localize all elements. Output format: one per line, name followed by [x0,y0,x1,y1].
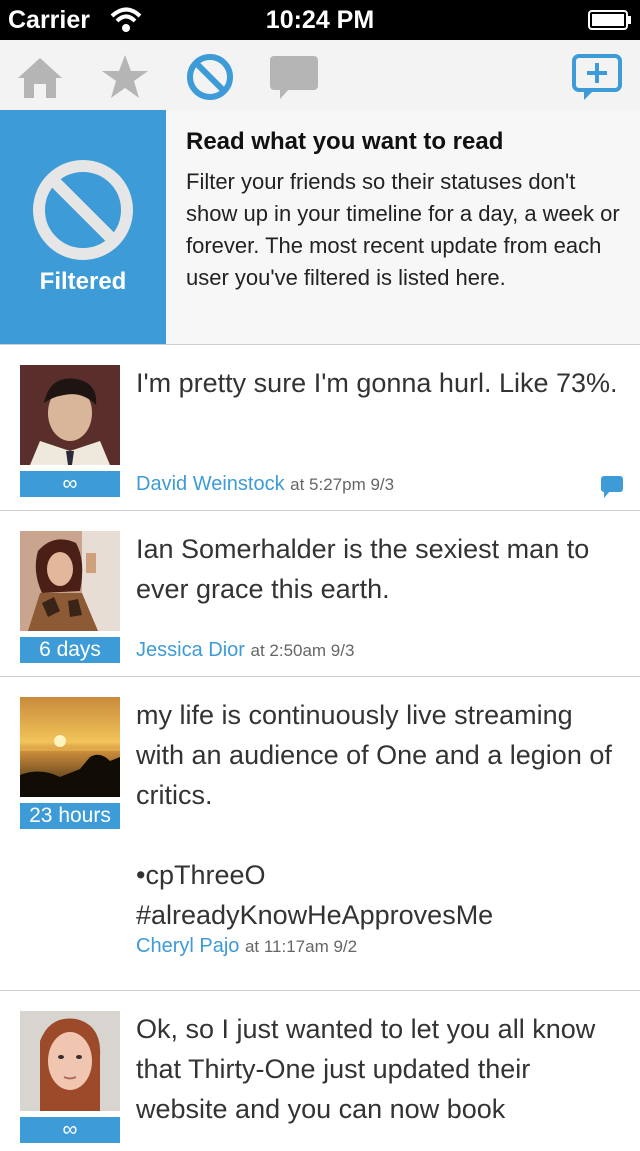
filter-icon [33,160,133,260]
filter-duration-badge: 23 hours [20,803,120,829]
messages-button[interactable] [266,52,322,102]
filtered-header: Filtered Read what you want to read Filt… [0,110,640,345]
home-button[interactable] [12,52,68,102]
status-text: my life is continuously live streaming w… [136,700,612,930]
status-meta: Jessica Dior at 2:50am 9/3 [136,639,354,662]
avatar[interactable] [20,365,120,465]
compose-button[interactable] [570,52,626,102]
avatar[interactable] [20,697,120,797]
status-text: I'm pretty sure I'm gonna hurl. Like 73%… [136,368,618,398]
avatar[interactable] [20,1011,120,1111]
status-meta: David Weinstock at 5:27pm 9/3 [136,473,394,496]
filter-button[interactable] [182,52,238,102]
header-title: Read what you want to read [186,128,504,155]
comment-icon[interactable] [600,475,624,499]
user-name[interactable]: Jessica Dior [136,639,245,661]
timestamp: at 2:50am 9/3 [250,641,355,660]
header-description: Filter your friends so their statuses do… [186,169,620,290]
filter-duration-badge: ∞ [20,471,120,497]
filtered-panel: Filtered [0,110,166,344]
filter-duration-badge: ∞ [20,1117,120,1143]
user-name[interactable]: Cheryl Pajo [136,935,239,957]
list-item[interactable]: 23 hours my life is continuously live st… [0,677,640,991]
status-text: Ok, so I just wanted to let you all know… [136,1014,596,1124]
filter-duration-badge: 6 days [20,637,120,663]
toolbar [0,40,640,111]
battery-icon [588,10,631,30]
filter-icon [187,54,233,100]
filtered-label: Filtered [39,268,127,295]
filtered-feed: ∞ I'm pretty sure I'm gonna hurl. Like 7… [0,345,640,1151]
timestamp: at 5:27pm 9/3 [290,475,395,494]
favorites-button[interactable] [97,52,153,102]
chat-icon [270,56,318,99]
status-bar: Carrier 10:24 PM [0,0,640,40]
home-icon [18,58,62,98]
status-text: Ian Somerhalder is the sexiest man to ev… [136,534,590,604]
clock: 10:24 PM [265,6,375,34]
star-icon [102,55,148,98]
status-meta: Cheryl Pajo at 11:17am 9/2 [136,935,357,958]
avatar[interactable] [20,531,120,631]
list-item[interactable]: 6 days Ian Somerhalder is the sexiest ma… [0,511,640,677]
user-name[interactable]: David Weinstock [136,473,285,495]
list-item[interactable]: ∞ I'm pretty sure I'm gonna hurl. Like 7… [0,345,640,511]
timestamp: at 11:17am 9/2 [244,937,358,956]
compose-icon [572,54,622,100]
list-item[interactable]: ∞ Ok, so I just wanted to let you all kn… [0,991,640,1151]
